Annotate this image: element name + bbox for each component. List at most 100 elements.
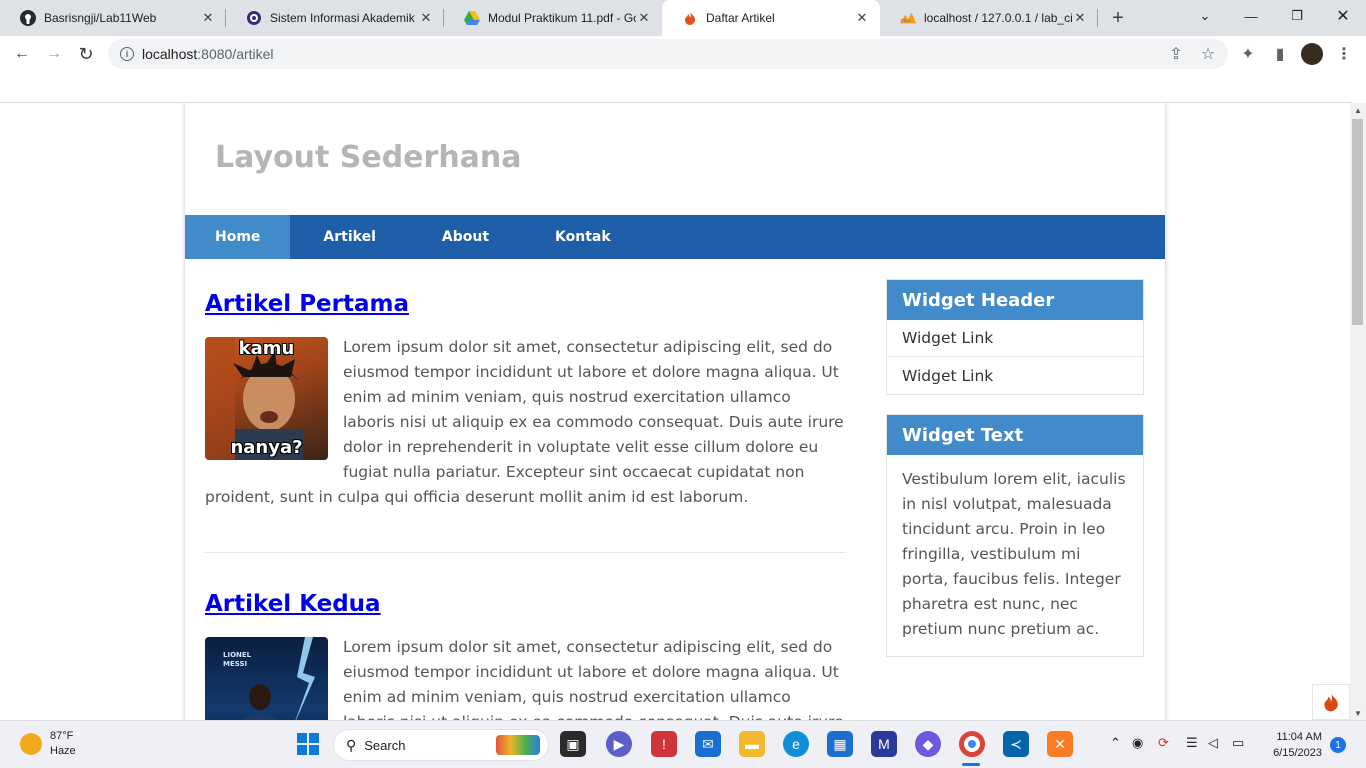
- university-icon: [246, 10, 262, 26]
- url-path: :8080/artikel: [197, 46, 274, 62]
- article-thumbnail: 10 LIONEL MESSI: [205, 637, 328, 720]
- xampp-icon[interactable]: ✕: [1047, 731, 1073, 757]
- close-icon[interactable]: ✕: [636, 10, 652, 26]
- forward-button[interactable]: →: [40, 40, 68, 68]
- tab-drive[interactable]: Modul Praktikum 11.pdf - Go ✕: [444, 0, 662, 36]
- svg-text:PMA: PMA: [901, 18, 911, 24]
- codeigniter-flame-icon: [682, 10, 698, 26]
- haze-sun-icon: [20, 733, 42, 755]
- thumbnail-caption: kamu: [238, 338, 295, 359]
- article-title-link[interactable]: Artikel Kedua: [205, 591, 381, 617]
- tab-title: Modul Praktikum 11.pdf - Go: [488, 11, 636, 25]
- copilot-icon[interactable]: ◆: [915, 731, 941, 757]
- restore-button[interactable]: ❐: [1274, 0, 1320, 32]
- weather-widget[interactable]: 87°F Haze: [20, 729, 76, 759]
- page-scrollbar[interactable]: ▲ ▼: [1350, 103, 1366, 720]
- tab-phpmyadmin[interactable]: PMA localhost / 127.0.0.1 / lab_ci4 ✕: [880, 0, 1098, 36]
- codeigniter-debug-toolbar-icon[interactable]: [1312, 684, 1350, 720]
- profile-avatar[interactable]: [1298, 40, 1326, 68]
- notification-badge[interactable]: 1: [1330, 737, 1346, 753]
- wifi-icon[interactable]: ☰: [1186, 735, 1198, 751]
- article-thumbnail: kamu nanya?: [205, 337, 328, 460]
- side-panel-icon[interactable]: ▮: [1266, 40, 1294, 68]
- tab-search-icon[interactable]: ⌄: [1182, 0, 1228, 32]
- page-container: Layout Sederhana Home Artikel About Kont…: [185, 103, 1165, 720]
- windows-taskbar: 87°F Haze ⚲ Search ▣ ▶ ! ✉ ▬ e ▦ M ◆ ≺ ✕…: [0, 720, 1366, 768]
- tab-title: Sistem Informasi Akademik: [270, 11, 415, 25]
- scroll-thumb[interactable]: [1352, 119, 1363, 325]
- menu-kebab-icon[interactable]: ⋮: [1330, 40, 1358, 68]
- github-icon: [20, 10, 36, 26]
- file-explorer-icon[interactable]: ▬: [739, 731, 765, 757]
- widget-text: Vestibulum lorem elit, iaculis in nisl v…: [902, 470, 1126, 638]
- browser-toolbar: ← → ↻ i localhost:8080/artikel ⇪ ☆ ✦ ▮ ⋮: [0, 36, 1366, 70]
- nav-kontak[interactable]: Kontak: [522, 215, 644, 259]
- battery-icon[interactable]: ▭: [1232, 735, 1244, 751]
- close-window-button[interactable]: ✕: [1320, 0, 1366, 32]
- edge-browser-icon[interactable]: e: [783, 731, 809, 757]
- sidebar-widget-links: Widget Header Widget Link Widget Link: [886, 279, 1144, 395]
- teams-chat-icon[interactable]: ▶: [606, 731, 632, 757]
- tray-sync-icon[interactable]: ⟳: [1158, 735, 1169, 751]
- share-icon[interactable]: ⇪: [1162, 40, 1190, 68]
- reload-button[interactable]: ↻: [72, 40, 100, 68]
- tab-title: Basrisngji/Lab11Web: [44, 11, 157, 25]
- article-body: 10 LIONEL MESSI Lorem ipsum dolor sit am…: [205, 635, 845, 720]
- volume-icon[interactable]: ◁: [1208, 735, 1218, 751]
- taskbar-search-placeholder: Search: [364, 737, 406, 753]
- scroll-down-arrow[interactable]: ▼: [1350, 706, 1366, 720]
- widget-header: Widget Text: [887, 415, 1143, 455]
- tray-app-icon[interactable]: ◉: [1132, 735, 1143, 751]
- close-icon[interactable]: ✕: [200, 10, 216, 26]
- article-card: Artikel Pertama kamu nanya? Lorem ipsum …: [205, 289, 845, 510]
- tab-daftar-artikel[interactable]: Daftar Artikel ✕: [662, 0, 880, 36]
- article-title-link[interactable]: Artikel Pertama: [205, 291, 409, 317]
- chrome-browser-icon[interactable]: [959, 731, 985, 757]
- maple-app-icon[interactable]: M: [871, 731, 897, 757]
- close-icon[interactable]: ✕: [854, 10, 870, 26]
- nav-about[interactable]: About: [409, 215, 522, 259]
- thumbnail-caption: nanya?: [230, 437, 303, 458]
- tab-github[interactable]: Basrisngji/Lab11Web ✕: [0, 0, 226, 36]
- address-bar[interactable]: i localhost:8080/artikel: [108, 39, 1228, 69]
- main-nav: Home Artikel About Kontak: [185, 215, 1165, 259]
- browser-tab-bar: Basrisngji/Lab11Web ✕ Sistem Informasi A…: [0, 0, 1366, 36]
- vscode-icon[interactable]: ≺: [1003, 731, 1029, 757]
- minimize-button[interactable]: —: [1228, 0, 1274, 32]
- task-view-icon[interactable]: ▣: [560, 731, 586, 757]
- page-viewport: Layout Sederhana Home Artikel About Kont…: [0, 103, 1350, 720]
- article-card: Artikel Kedua 10 LIONEL MESSI Lorem ipsu…: [205, 589, 845, 720]
- close-icon[interactable]: ✕: [418, 10, 434, 26]
- article-divider: [205, 552, 845, 553]
- taskbar-search[interactable]: ⚲ Search: [333, 729, 549, 761]
- nav-artikel[interactable]: Artikel: [290, 215, 408, 259]
- tab-title: Daftar Artikel: [706, 11, 775, 25]
- windows-start-icon[interactable]: [295, 731, 321, 757]
- bookmark-star-icon[interactable]: ☆: [1194, 40, 1222, 68]
- weather-temperature: 87°F: [50, 730, 74, 742]
- widget-link[interactable]: Widget Link: [887, 357, 1143, 394]
- mail-icon[interactable]: ✉: [695, 731, 721, 757]
- sidebar-widget-text: Widget Text Vestibulum lorem elit, iacul…: [886, 414, 1144, 657]
- active-app-indicator: [962, 763, 980, 766]
- system-clock[interactable]: 11:04 AM 6/15/2023: [1262, 729, 1322, 761]
- scroll-up-arrow[interactable]: ▲: [1350, 103, 1366, 117]
- tab-siakad[interactable]: Sistem Informasi Akademik ✕: [226, 0, 444, 36]
- clock-date: 6/15/2023: [1273, 747, 1322, 759]
- phpmyadmin-icon: PMA: [900, 10, 916, 26]
- thumbnail-caption: LIONEL MESSI: [223, 651, 252, 668]
- office-app-icon[interactable]: !: [651, 731, 677, 757]
- site-info-icon[interactable]: i: [120, 47, 134, 61]
- widget-header: Widget Header: [887, 280, 1143, 320]
- new-tab-button[interactable]: +: [1106, 6, 1130, 30]
- back-button[interactable]: ←: [8, 40, 36, 68]
- microsoft-store-icon[interactable]: ▦: [827, 731, 853, 757]
- site-title: Layout Sederhana: [215, 140, 522, 175]
- extensions-icon[interactable]: ✦: [1234, 40, 1262, 68]
- close-icon[interactable]: ✕: [1072, 10, 1088, 26]
- nav-home[interactable]: Home: [185, 215, 291, 259]
- widget-link[interactable]: Widget Link: [887, 320, 1143, 357]
- search-icon: ⚲: [346, 736, 357, 753]
- tray-overflow-chevron-icon[interactable]: ⌃: [1110, 735, 1121, 751]
- article-body-text: Lorem ipsum dolor sit amet, consectetur …: [343, 638, 844, 720]
